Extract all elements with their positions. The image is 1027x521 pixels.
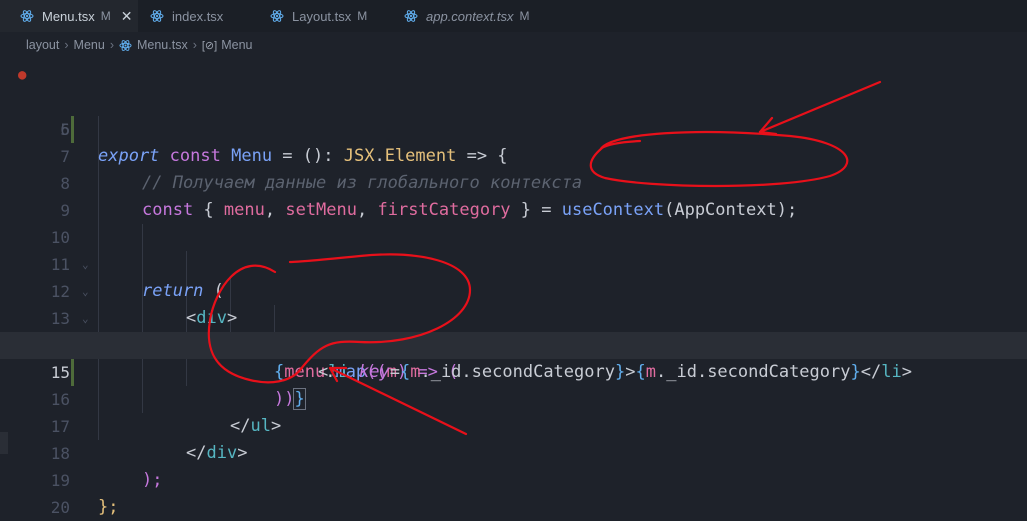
breadcrumb-item-symbol[interactable]: Menu	[221, 38, 252, 52]
chevron-right-icon: ›	[192, 38, 197, 52]
code-line-7: 7 // Получаем данные из глобального конт…	[0, 116, 1027, 193]
code-line-20: 20	[0, 467, 1027, 517]
code-line-16: 16 </ul>	[0, 359, 1027, 436]
code-line-17: 17 </div>	[0, 386, 1027, 463]
code-line-9: 9	[0, 170, 1027, 220]
chevron-right-icon: ›	[64, 38, 69, 52]
breadcrumb-item-layout[interactable]: layout	[26, 38, 59, 52]
breadcrumb-item-menu-folder[interactable]: Menu	[74, 38, 105, 52]
tab-layout-tsx[interactable]: Layout.tsx M	[270, 0, 367, 32]
react-icon	[20, 10, 34, 22]
tab-app-context-tsx[interactable]: app.context.tsx M	[404, 0, 529, 32]
tab-label: index.tsx	[172, 8, 224, 24]
code-line-19: 19 };	[0, 440, 1027, 517]
react-icon	[404, 10, 418, 22]
code-line-14: 14 <li key={m._id.secondCategory}>{m._id…	[0, 305, 1027, 382]
tab-label: Menu.tsx	[42, 8, 95, 24]
modified-badge: M	[357, 9, 368, 23]
line-number: 20	[50, 498, 70, 517]
code-line-6: 6 export const Menu = (): JSX.Element =>…	[0, 89, 1027, 166]
code-line-15-current: 15 ))}	[0, 332, 1027, 410]
code-text: };	[98, 497, 119, 517]
tab-label: Layout.tsx	[292, 8, 352, 24]
code-line-10: 10 ⌄ return (	[0, 197, 1027, 301]
chevron-right-icon: ›	[109, 38, 114, 52]
tab-menu-tsx[interactable]: Menu.tsx M ✕	[0, 0, 138, 32]
modified-badge: M	[519, 9, 530, 23]
react-icon	[119, 39, 132, 51]
breadcrumb: layout › Menu › Menu.tsx › [⊘] Menu	[0, 34, 1027, 56]
code-line-13: 13 ⌄ {menu.map((m) => (	[0, 278, 1027, 382]
react-icon	[270, 10, 284, 22]
tab-index-tsx[interactable]: index.tsx	[150, 0, 223, 32]
code-line-18: 18 );	[0, 413, 1027, 490]
code-line-11: 11 ⌄ <div>	[0, 224, 1027, 328]
code-line-5: ● 5	[0, 62, 1027, 139]
breakpoint-dot-icon[interactable]: ●	[18, 62, 26, 89]
close-icon[interactable]: ✕	[121, 8, 133, 25]
breadcrumb-item-file[interactable]: Menu.tsx	[137, 38, 188, 52]
symbol-variable-icon: [⊘]	[201, 39, 218, 52]
react-icon	[150, 10, 164, 22]
tab-label: app.context.tsx	[426, 8, 514, 24]
modified-badge: M	[100, 9, 111, 23]
code-line-12: 12 ⌄ <ul>	[0, 251, 1027, 355]
code-line-8: 8 const { menu, setMenu, firstCategory }…	[0, 143, 1027, 220]
tab-bar: Menu.tsx M ✕ index.tsx Layout.tsx M app.…	[0, 0, 1027, 32]
